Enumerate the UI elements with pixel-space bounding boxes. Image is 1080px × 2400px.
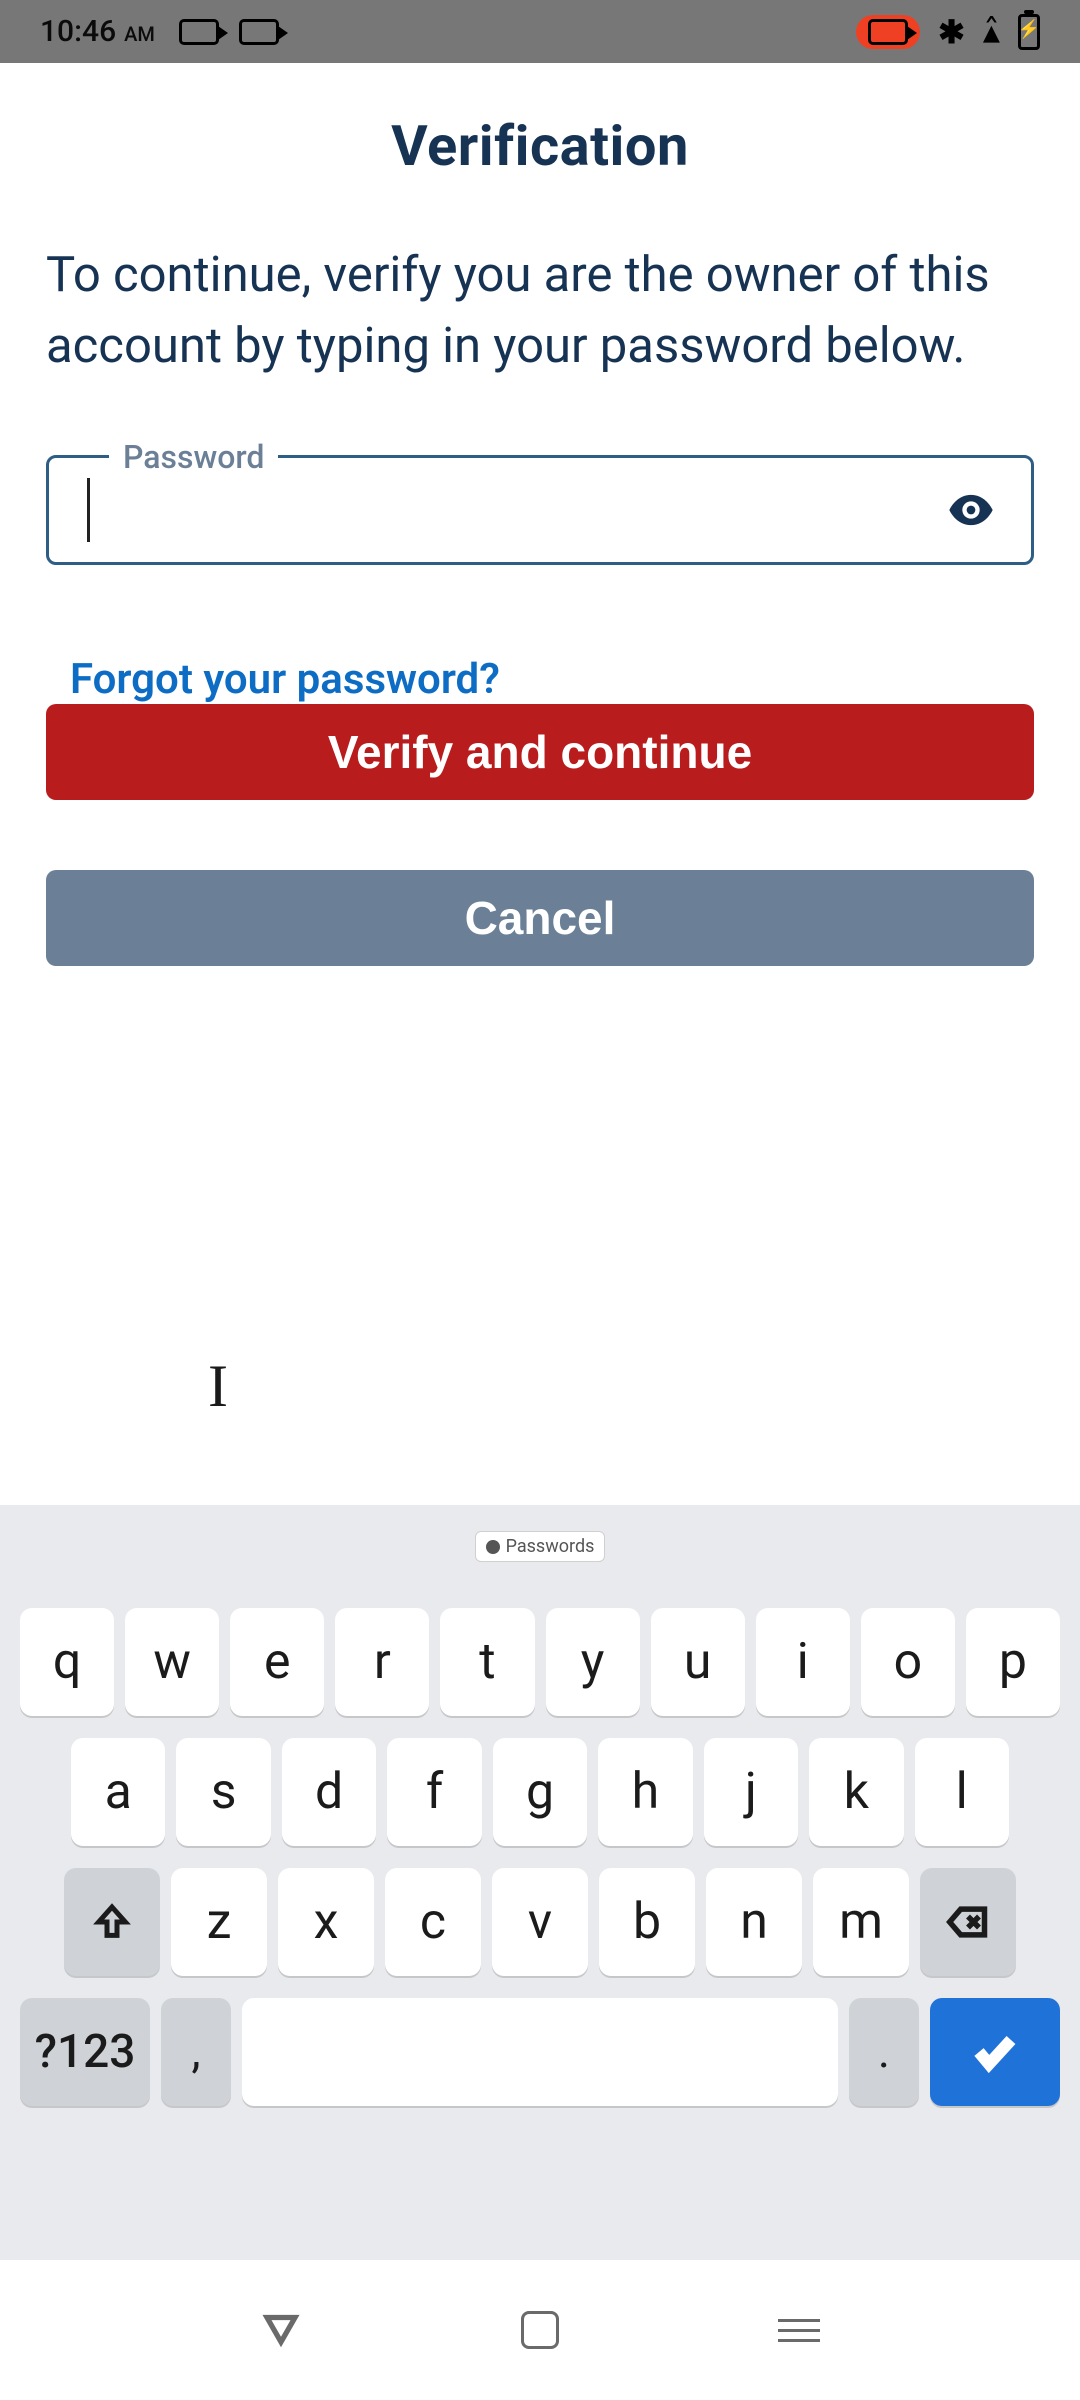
soft-keyboard: Passwords q w e r t y u i o p a s d f g … — [0, 1505, 1080, 2260]
key-f[interactable]: f — [387, 1738, 481, 1846]
keyboard-row-2: a s d f g h j k l — [0, 1738, 1080, 1846]
key-s[interactable]: s — [176, 1738, 270, 1846]
key-l[interactable]: l — [915, 1738, 1009, 1846]
shift-icon — [92, 1902, 132, 1942]
key-z[interactable]: z — [171, 1868, 267, 1976]
key-e[interactable]: e — [230, 1608, 324, 1716]
page-title: Verification — [46, 113, 1034, 179]
status-bar: 10:46 AM ✱ ▴̂ — [0, 0, 1080, 63]
key-symbols[interactable]: ?123 — [20, 1998, 150, 2106]
key-k[interactable]: k — [809, 1738, 903, 1846]
recording-indicator-icon — [856, 15, 920, 49]
key-j[interactable]: j — [704, 1738, 798, 1846]
keyboard-hint[interactable]: Passwords — [0, 1531, 1080, 1562]
key-n[interactable]: n — [706, 1868, 802, 1976]
forgot-password-link[interactable]: Forgot your password? — [70, 655, 500, 704]
video-icon — [239, 19, 279, 45]
verify-button[interactable]: Verify and continue — [46, 704, 1034, 800]
key-v[interactable]: v — [492, 1868, 588, 1976]
keyboard-row-4: ?123 , . — [0, 1998, 1080, 2106]
key-c[interactable]: c — [385, 1868, 481, 1976]
bluetooth-icon: ✱ — [938, 13, 965, 51]
key-icon — [486, 1540, 500, 1554]
eye-icon — [945, 484, 997, 536]
key-x[interactable]: x — [278, 1868, 374, 1976]
key-t[interactable]: t — [440, 1608, 534, 1716]
key-a[interactable]: a — [71, 1738, 165, 1846]
keyboard-hint-label: Passwords — [506, 1536, 595, 1557]
key-period[interactable]: . — [849, 1998, 919, 2106]
password-label: Password — [109, 438, 278, 476]
password-input[interactable] — [90, 475, 945, 545]
key-i[interactable]: i — [756, 1608, 850, 1716]
key-space[interactable] — [242, 1998, 838, 2106]
key-u[interactable]: u — [651, 1608, 745, 1716]
key-y[interactable]: y — [546, 1608, 640, 1716]
nav-recent-button[interactable] — [778, 2319, 820, 2342]
wifi-icon: ▴̂ — [983, 12, 1000, 52]
nav-back-icon — [260, 2307, 302, 2349]
nav-back-button[interactable] — [260, 2307, 302, 2353]
key-comma[interactable]: , — [161, 1998, 231, 2106]
key-m[interactable]: m — [813, 1868, 909, 1976]
text-cursor-icon: I — [208, 1352, 228, 1421]
android-nav-bar — [0, 2260, 1080, 2400]
key-backspace[interactable] — [920, 1868, 1016, 1976]
status-time-ampm: AM — [124, 22, 155, 46]
key-r[interactable]: r — [335, 1608, 429, 1716]
page-subtitle: To continue, verify you are the owner of… — [46, 239, 1034, 381]
battery-icon — [1018, 14, 1040, 50]
nav-home-button[interactable] — [521, 2311, 559, 2349]
backspace-icon — [946, 1900, 990, 1944]
key-p[interactable]: p — [966, 1608, 1060, 1716]
keyboard-row-1: q w e r t y u i o p — [0, 1608, 1080, 1716]
video-icon — [179, 19, 219, 45]
status-time-value: 10:46 — [40, 14, 116, 49]
cancel-button[interactable]: Cancel — [46, 870, 1034, 966]
show-password-button[interactable] — [945, 484, 997, 536]
check-icon — [971, 2028, 1019, 2076]
key-enter[interactable] — [930, 1998, 1060, 2106]
key-h[interactable]: h — [598, 1738, 692, 1846]
status-time: 10:46 AM — [40, 14, 155, 49]
key-o[interactable]: o — [861, 1608, 955, 1716]
key-d[interactable]: d — [282, 1738, 376, 1846]
key-b[interactable]: b — [599, 1868, 695, 1976]
keyboard-row-3: z x c v b n m — [0, 1868, 1080, 1976]
key-g[interactable]: g — [493, 1738, 587, 1846]
key-w[interactable]: w — [125, 1608, 219, 1716]
key-q[interactable]: q — [20, 1608, 114, 1716]
password-field[interactable]: Password — [46, 455, 1034, 565]
key-shift[interactable] — [64, 1868, 160, 1976]
